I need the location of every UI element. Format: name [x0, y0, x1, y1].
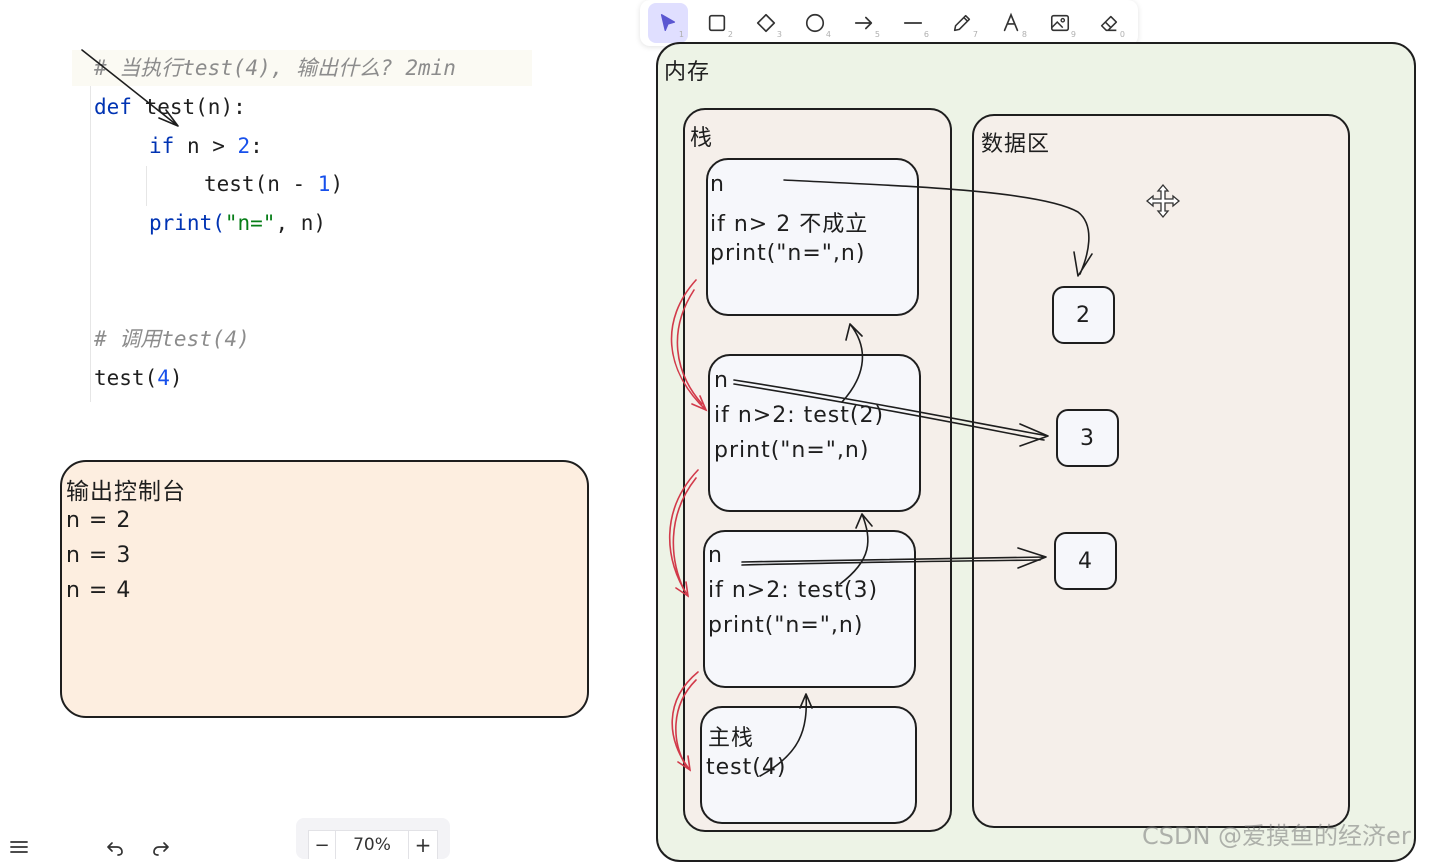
tool-key: 9 — [1070, 30, 1076, 39]
code-line-if: if n > 2: — [149, 127, 263, 166]
stack-title: 栈 — [690, 126, 714, 151]
frame-condition: if n>2: test(2) — [714, 403, 885, 428]
zoom-reset-button[interactable]: 70% — [336, 830, 408, 859]
ellipse-icon — [805, 13, 825, 33]
builtin-print: print( — [149, 211, 225, 235]
code-def-signature: test(n): — [131, 95, 246, 119]
keyword-if: if — [149, 134, 175, 158]
tool-key: 2 — [727, 30, 733, 39]
hamburger-icon — [10, 841, 28, 853]
value-label: 4 — [1078, 548, 1093, 574]
frame-print: print("n=",n) — [708, 613, 864, 638]
value-label: 2 — [1076, 302, 1091, 328]
code-if-condition: n > — [174, 134, 238, 158]
code-main-close: ) — [169, 366, 183, 390]
rectangle-icon — [708, 14, 726, 32]
eraser-icon — [1100, 15, 1118, 32]
frame-condition: if n>2: test(3) — [708, 578, 879, 603]
main-frame-title: 主栈 — [708, 726, 755, 751]
line-icon — [903, 22, 923, 24]
code-line-recursive-call: test(n - 1) — [204, 165, 343, 204]
tool-key: 6 — [923, 30, 929, 39]
code-call-close: ) — [330, 172, 344, 196]
tool-key: 4 — [825, 30, 831, 39]
frame-print: print("n=",n) — [714, 438, 870, 463]
redo-button[interactable] — [150, 837, 174, 859]
main-frame-call: test(4) — [706, 755, 787, 780]
console-title: 输出控制台 — [66, 479, 186, 505]
image-tool[interactable]: 9 — [1040, 3, 1080, 43]
rectangle-tool[interactable]: 2 — [697, 3, 737, 43]
frame-print: print("n=",n) — [710, 241, 866, 266]
image-icon — [1050, 14, 1070, 32]
memory-title: 内存 — [664, 60, 711, 85]
selection-tool[interactable]: 1 — [648, 3, 688, 43]
zoom-out-button[interactable]: − — [308, 830, 336, 859]
code-line-def: def test(n): — [94, 88, 246, 127]
line-tool[interactable]: 6 — [893, 3, 933, 43]
console-line: n = 2 — [66, 508, 132, 533]
frame-var: n — [710, 172, 725, 197]
plus-icon: + — [414, 833, 432, 857]
keyword-def: def — [94, 95, 132, 119]
code-number: 1 — [317, 172, 331, 196]
minus-icon: − — [314, 834, 330, 856]
console-line: n = 3 — [66, 543, 132, 568]
data-area-box[interactable] — [972, 114, 1350, 828]
stack-frame-test3[interactable] — [708, 354, 921, 512]
value-box-2[interactable]: 2 — [1052, 286, 1115, 344]
undo-icon — [107, 842, 123, 856]
redo-icon — [153, 842, 169, 856]
text-tool[interactable]: 8 — [991, 3, 1031, 43]
pointer-icon — [660, 14, 676, 32]
code-comment-call: # 调用test(4) — [94, 327, 250, 351]
menu-button[interactable] — [8, 836, 34, 858]
diamond-tool[interactable]: 3 — [746, 3, 786, 43]
tool-key: 7 — [972, 30, 978, 39]
frame-condition: if n> 2 不成立 — [710, 212, 869, 237]
data-area-title: 数据区 — [981, 132, 1051, 157]
ellipse-tool[interactable]: 4 — [795, 3, 835, 43]
code-comment-question: # 当执行test(4), 输出什么? 2min — [94, 56, 456, 80]
tool-key: 3 — [776, 30, 782, 39]
code-call-open: test(n - — [204, 172, 318, 196]
tool-key: 8 — [1021, 30, 1027, 39]
code-print-args: , n) — [275, 211, 327, 235]
zoom-level: 70% — [353, 835, 391, 855]
text-icon — [1003, 12, 1019, 32]
tool-key: 1 — [678, 30, 684, 39]
code-main-open: test( — [94, 366, 158, 390]
code-number: 2 — [237, 134, 251, 158]
draw-tool[interactable]: 7 — [942, 3, 982, 43]
zoom-controls: − 70% + — [296, 818, 450, 859]
indent-guide — [146, 166, 147, 206]
undo-button[interactable] — [104, 837, 128, 859]
value-box-4[interactable]: 4 — [1054, 532, 1117, 590]
zoom-in-button[interactable]: + — [408, 830, 438, 859]
value-box-3[interactable]: 3 — [1056, 409, 1119, 467]
indent-guide — [90, 86, 91, 402]
diamond-icon — [756, 13, 776, 33]
code-string: "n=" — [224, 211, 276, 235]
code-colon: : — [250, 134, 263, 158]
frame-var: n — [714, 368, 729, 393]
watermark-text: CSDN @爱摸鱼的经济er — [1142, 822, 1411, 850]
value-label: 3 — [1080, 425, 1095, 451]
toolbar: 1 2 3 4 5 6 7 8 9 0 — [640, 0, 1138, 46]
arrow-tool[interactable]: 5 — [844, 3, 884, 43]
code-number: 4 — [157, 366, 170, 390]
console-line: n = 4 — [66, 578, 132, 603]
pencil-icon — [953, 14, 971, 32]
code-line-print: print("n=", n) — [149, 204, 326, 243]
tool-key: 0 — [1119, 30, 1125, 39]
code-line-main-call: test(4) — [94, 359, 183, 398]
arrow-icon — [854, 16, 873, 30]
tool-key: 5 — [874, 30, 880, 39]
frame-var: n — [708, 543, 723, 568]
stack-frame-test4[interactable] — [703, 530, 916, 688]
eraser-tool[interactable]: 0 — [1089, 3, 1129, 43]
